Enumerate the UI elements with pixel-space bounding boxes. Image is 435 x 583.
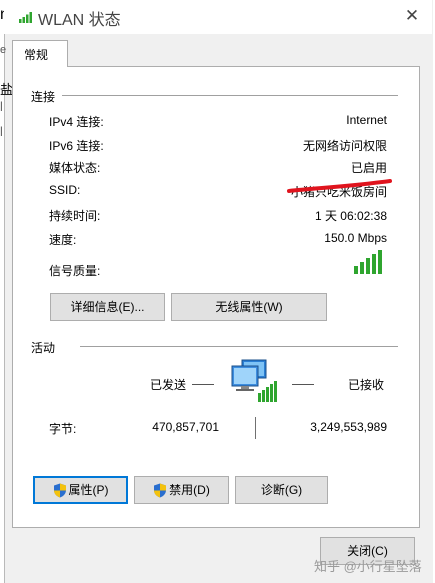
signal-quality-bars <box>354 250 382 274</box>
sent-line <box>192 384 214 385</box>
bytes-sent-value: 470,857,701 <box>152 420 219 434</box>
wireless-properties-button[interactable]: 无线属性(W) <box>171 293 327 321</box>
speed-value: 150.0 Mbps <box>324 231 387 245</box>
ipv6-label: IPv6 连接: <box>49 139 104 153</box>
title-bar[interactable]: WLAN 状态 ✕ <box>4 0 432 34</box>
bytes-label: 字节: <box>49 422 77 436</box>
uac-shield-icon <box>53 483 66 498</box>
close-icon[interactable]: ✕ <box>398 3 426 29</box>
network-computers-icon <box>231 359 277 402</box>
duration-label: 持续时间: <box>49 209 101 223</box>
signal-bar <box>378 250 382 274</box>
signal-bar <box>366 258 370 274</box>
background-window-fragment: l <box>0 99 3 114</box>
window-title: WLAN 状态 <box>38 12 121 29</box>
signal-bar <box>360 262 364 274</box>
properties-button[interactable]: 属性(P) <box>33 476 128 504</box>
ipv6-value: 无网络访问权限 <box>302 139 387 153</box>
media-state-value: 已启用 <box>350 161 387 175</box>
ssid-label: SSID: <box>49 183 81 197</box>
signal-bar <box>372 254 376 274</box>
properties-button-label: 属性(P) <box>68 483 109 497</box>
signal-bar <box>354 266 358 274</box>
received-label: 已接收 <box>348 378 385 392</box>
disable-button-label: 禁用(D) <box>169 483 210 497</box>
tab-label: 常规 <box>24 48 49 62</box>
background-window-fragment: l <box>0 124 3 139</box>
uac-shield-icon <box>154 483 167 498</box>
duration-value: 1 天 06:02:38 <box>314 209 387 223</box>
connection-section-title: 连接 <box>31 90 56 104</box>
received-line <box>292 384 314 385</box>
sent-label: 已发送 <box>150 378 187 392</box>
disable-button[interactable]: 禁用(D) <box>134 476 229 504</box>
watermark: 知乎 @小行星坠落 <box>314 559 422 574</box>
wifi-signal-icon <box>19 12 32 23</box>
bytes-divider <box>255 417 256 439</box>
speed-label: 速度: <box>49 233 77 247</box>
ipv4-value: Internet <box>346 113 387 127</box>
signal-quality-label: 信号质量: <box>49 264 101 278</box>
diagnose-button[interactable]: 诊断(G) <box>235 476 328 504</box>
redaction-scribble <box>287 179 392 193</box>
bytes-received-value: 3,249,553,989 <box>310 420 387 434</box>
background-window-fragment: e <box>0 44 7 56</box>
ipv4-label: IPv4 连接: <box>49 115 104 129</box>
section-divider <box>62 95 398 96</box>
details-button[interactable]: 详细信息(E)... <box>50 293 165 321</box>
media-state-label: 媒体状态: <box>49 161 101 175</box>
tab-general[interactable]: 常规 <box>12 40 68 67</box>
activity-section-title: 活动 <box>31 341 56 355</box>
section-divider <box>80 346 398 347</box>
